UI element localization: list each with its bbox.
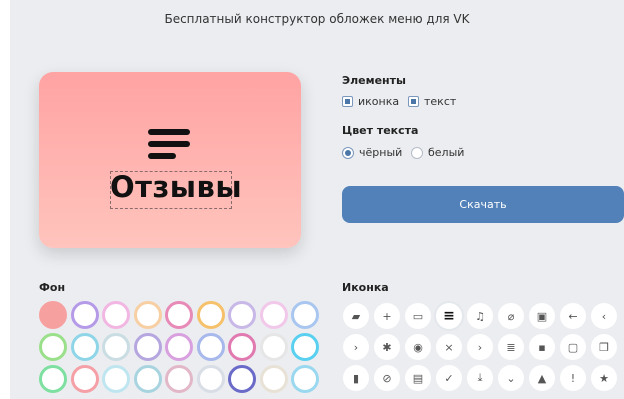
- background-swatch[interactable]: [165, 365, 193, 393]
- black-radio[interactable]: чёрный: [342, 146, 402, 159]
- checkbox-box[interactable]: [342, 96, 353, 107]
- graduation-cap-icon[interactable]: ▲: [529, 365, 555, 391]
- background-swatch[interactable]: [196, 365, 225, 393]
- gallery-icon[interactable]: ▣: [529, 303, 555, 329]
- cover-preview: Отзывы: [39, 72, 301, 248]
- download-button[interactable]: Скачать: [342, 186, 624, 223]
- exclamation-icon[interactable]: !: [560, 365, 586, 391]
- copy-icon[interactable]: ❐: [591, 334, 617, 360]
- background-swatch[interactable]: [165, 333, 193, 361]
- background-swatch[interactable]: [70, 365, 99, 393]
- white-radio[interactable]: белый: [411, 146, 464, 159]
- chevron-right-icon[interactable]: ›: [343, 334, 369, 360]
- checkbox-box[interactable]: [408, 96, 419, 107]
- radio-circle[interactable]: [411, 146, 423, 159]
- text-checkbox[interactable]: текст: [408, 95, 456, 108]
- menu-icon: [148, 129, 190, 159]
- icon-checkbox-label: иконка: [358, 95, 400, 108]
- background-swatch[interactable]: [133, 333, 162, 361]
- arrow-left-icon[interactable]: ←: [560, 303, 586, 329]
- chevron-left-icon[interactable]: ‹: [591, 303, 617, 329]
- icon-checkbox[interactable]: иконка: [342, 95, 399, 108]
- elements-heading: Элементы: [342, 74, 406, 87]
- background-swatch[interactable]: [102, 301, 130, 329]
- background-swatch[interactable]: [39, 365, 67, 393]
- arrow-right-icon[interactable]: ›: [467, 334, 493, 360]
- background-swatch[interactable]: [228, 333, 256, 361]
- camera-icon[interactable]: ◉: [405, 334, 431, 360]
- background-swatch[interactable]: [259, 301, 288, 329]
- document-icon[interactable]: ▤: [405, 365, 431, 391]
- message-icon[interactable]: ▪: [529, 334, 555, 360]
- background-swatch[interactable]: [228, 301, 256, 329]
- background-swatch[interactable]: [165, 301, 193, 329]
- paperclip-icon[interactable]: ⌀: [498, 303, 524, 329]
- text-checkbox-label: текст: [424, 95, 457, 108]
- text-color-heading: Цвет текста: [342, 124, 419, 137]
- background-swatch[interactable]: [291, 333, 319, 361]
- screen-icon[interactable]: ▭: [405, 303, 431, 329]
- menu-icon[interactable]: ≡: [436, 303, 462, 329]
- background-swatch[interactable]: [39, 301, 67, 329]
- music-icon[interactable]: ♫: [467, 303, 493, 329]
- background-swatch[interactable]: [196, 301, 225, 329]
- plus-icon[interactable]: +: [374, 303, 400, 329]
- speech-bubble-icon[interactable]: ▢: [560, 334, 586, 360]
- background-swatch[interactable]: [102, 333, 130, 361]
- white-radio-label: белый: [428, 146, 465, 159]
- background-swatch[interactable]: [291, 301, 319, 329]
- star-icon[interactable]: ★: [591, 365, 617, 391]
- background-swatch[interactable]: [133, 301, 162, 329]
- database-icon[interactable]: ≣: [498, 334, 524, 360]
- background-swatch[interactable]: [39, 333, 67, 361]
- background-swatch[interactable]: [70, 333, 99, 361]
- background-heading: Фон: [39, 281, 66, 294]
- page-title: Бесплатный конструктор обложек меню для …: [164, 12, 470, 26]
- radio-circle[interactable]: [342, 146, 354, 159]
- block-icon[interactable]: ⊘: [374, 365, 400, 391]
- background-swatch[interactable]: [228, 365, 256, 393]
- close-icon[interactable]: ×: [436, 334, 462, 360]
- background-swatch[interactable]: [70, 301, 99, 329]
- background-swatch[interactable]: [291, 365, 319, 393]
- chat-icon[interactable]: ▰: [343, 303, 369, 329]
- background-swatch[interactable]: [259, 333, 288, 361]
- preview-label: Отзывы: [110, 170, 243, 204]
- background-swatch[interactable]: [196, 333, 225, 361]
- check-icon[interactable]: ✓: [436, 365, 462, 391]
- chevron-down-icon[interactable]: ⌄: [498, 365, 524, 391]
- background-swatch[interactable]: [259, 365, 288, 393]
- download-icon[interactable]: ⤓: [467, 365, 493, 391]
- background-swatch[interactable]: [133, 365, 162, 393]
- background-swatch[interactable]: [102, 365, 130, 393]
- page: Бесплатный конструктор обложек меню для …: [10, 0, 624, 399]
- icon-picker-heading: Иконка: [342, 281, 389, 294]
- trash-icon[interactable]: ▮: [343, 365, 369, 391]
- black-radio-label: чёрный: [359, 146, 403, 159]
- bug-icon[interactable]: ✱: [374, 334, 400, 360]
